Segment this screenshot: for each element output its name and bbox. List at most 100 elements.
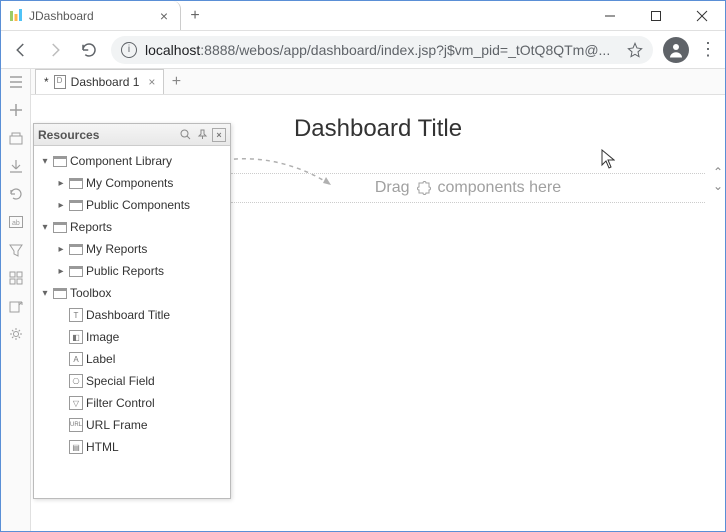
browser-menu-button[interactable]: ⋮: [699, 39, 717, 60]
maximize-button[interactable]: [633, 1, 679, 30]
forward-button[interactable]: [43, 38, 67, 62]
close-window-button[interactable]: [679, 1, 725, 30]
collapse-icon[interactable]: ▾: [40, 156, 50, 166]
document-tabs: * Dashboard 1 × +: [31, 69, 725, 95]
tree-label: Special Field: [86, 374, 155, 388]
tree-node-public-reports[interactable]: ▸Public Reports: [34, 260, 230, 282]
tree-node-public-components[interactable]: ▸ Public Components: [34, 194, 230, 216]
rail-export-icon[interactable]: [7, 297, 25, 315]
tree-label: URL Frame: [86, 418, 148, 432]
label-icon: A: [69, 352, 83, 366]
address-bar[interactable]: i localhost:8888/webos/app/dashboard/ind…: [111, 36, 653, 64]
close-tab-icon[interactable]: ×: [160, 8, 168, 24]
tree-node-reports[interactable]: ▾ Reports: [34, 216, 230, 238]
panel-search-icon[interactable]: [178, 128, 192, 142]
collapse-icon[interactable]: ▾: [40, 222, 50, 232]
toolbox-image[interactable]: ▸◧Image: [34, 326, 230, 348]
bookmark-star-icon[interactable]: [627, 42, 643, 58]
drop-hint-post: components here: [438, 179, 562, 197]
url-text: localhost:8888/webos/app/dashboard/index…: [145, 42, 619, 58]
title-icon: T: [69, 308, 83, 322]
rail-open-icon[interactable]: [7, 129, 25, 147]
drop-hint-pre: Drag: [375, 179, 410, 197]
toolbox-filter-control[interactable]: ▸▽Filter Control: [34, 392, 230, 414]
folder-icon: [69, 244, 83, 255]
window-titlebar: JDashboard × +: [1, 1, 725, 31]
close-document-icon[interactable]: ×: [148, 75, 155, 89]
toolbox-special-field[interactable]: ▸⎔Special Field: [34, 370, 230, 392]
tree-node-component-library[interactable]: ▾ Component Library: [34, 150, 230, 172]
mouse-cursor-icon: [601, 149, 615, 169]
filter-icon: ▽: [69, 396, 83, 410]
rail-save-icon[interactable]: [7, 157, 25, 175]
left-icon-rail: ab: [1, 69, 31, 531]
rail-text-icon[interactable]: ab: [7, 213, 25, 231]
dashboard-title-text: Dashboard Title: [294, 115, 462, 143]
folder-icon: [69, 266, 83, 277]
main-area: * Dashboard 1 × + Dashboard Title Drag c…: [31, 69, 725, 531]
dirty-indicator: *: [44, 75, 49, 89]
tree-node-my-components[interactable]: ▸ My Components: [34, 172, 230, 194]
profile-avatar[interactable]: [663, 37, 689, 63]
dashboard-canvas[interactable]: Dashboard Title Drag components here ⌃⌄ …: [31, 95, 725, 531]
toolbox-html[interactable]: ▸▤HTML: [34, 436, 230, 458]
collapse-icon[interactable]: ▾: [40, 288, 50, 298]
rail-filter-icon[interactable]: [7, 241, 25, 259]
browser-toolbar: i localhost:8888/webos/app/dashboard/ind…: [1, 31, 725, 69]
tree-node-my-reports[interactable]: ▸ My Reports: [34, 238, 230, 260]
tree-label: My Reports: [86, 242, 147, 256]
back-button[interactable]: [9, 38, 33, 62]
tree-label: Public Components: [86, 198, 190, 212]
expand-icon[interactable]: ▸: [56, 266, 66, 276]
rail-settings-icon[interactable]: [7, 325, 25, 343]
tree-label: Label: [86, 352, 115, 366]
reload-button[interactable]: [77, 38, 101, 62]
app-favicon: [9, 9, 23, 23]
html-icon: ▤: [69, 440, 83, 454]
new-tab-button[interactable]: +: [181, 1, 209, 30]
tree-label: Filter Control: [86, 396, 155, 410]
tree-label: Dashboard Title: [86, 308, 170, 322]
panel-header[interactable]: Resources ×: [34, 124, 230, 146]
tree-label: Image: [86, 330, 119, 344]
tree-label: Reports: [70, 220, 112, 234]
browser-tab-title: JDashboard: [29, 9, 94, 23]
folder-icon: [53, 222, 67, 233]
folder-icon: [69, 200, 83, 211]
url-frame-icon: URL: [69, 418, 83, 432]
expand-icon[interactable]: ▸: [56, 200, 66, 210]
tree-label: Component Library: [70, 154, 172, 168]
tree-label: HTML: [86, 440, 119, 454]
expand-icon[interactable]: ▸: [56, 244, 66, 254]
resources-panel: Resources × ▾ Component Library ▸ My Compo…: [33, 123, 231, 499]
document-tab-label: Dashboard 1: [71, 75, 140, 89]
special-field-icon: ⎔: [69, 374, 83, 388]
drop-zone[interactable]: Drag components here: [231, 173, 705, 203]
toolbox-dashboard-title[interactable]: ▸TDashboard Title: [34, 304, 230, 326]
panel-pin-icon[interactable]: [195, 128, 209, 142]
window-controls: [587, 1, 725, 30]
image-icon: ◧: [69, 330, 83, 344]
rail-add-icon[interactable]: [7, 101, 25, 119]
rail-list-icon[interactable]: [7, 73, 25, 91]
minimize-button[interactable]: [587, 1, 633, 30]
expand-icon[interactable]: ▸: [56, 178, 66, 188]
document-icon: [54, 75, 66, 89]
panel-close-icon[interactable]: ×: [212, 128, 226, 142]
resource-tree: ▾Component Library ▸My Components ▸Publi…: [34, 146, 230, 498]
add-document-button[interactable]: +: [164, 69, 188, 94]
rail-grid-icon[interactable]: [7, 269, 25, 287]
tree-label: Toolbox: [70, 286, 111, 300]
panel-title: Resources: [38, 128, 99, 142]
expand-collapse-icon[interactable]: ⌃⌄: [713, 165, 723, 193]
toolbox-label[interactable]: ▸ALabel: [34, 348, 230, 370]
tree-label: My Components: [86, 176, 173, 190]
toolbox-url-frame[interactable]: ▸URLURL Frame: [34, 414, 230, 436]
site-info-icon[interactable]: i: [121, 42, 137, 58]
tree-node-toolbox[interactable]: ▾ Toolbox: [34, 282, 230, 304]
folder-icon: [53, 156, 67, 167]
document-tab[interactable]: * Dashboard 1 ×: [35, 69, 164, 94]
puzzle-icon: [416, 180, 432, 196]
rail-refresh-icon[interactable]: [7, 185, 25, 203]
browser-tab[interactable]: JDashboard ×: [1, 1, 181, 30]
